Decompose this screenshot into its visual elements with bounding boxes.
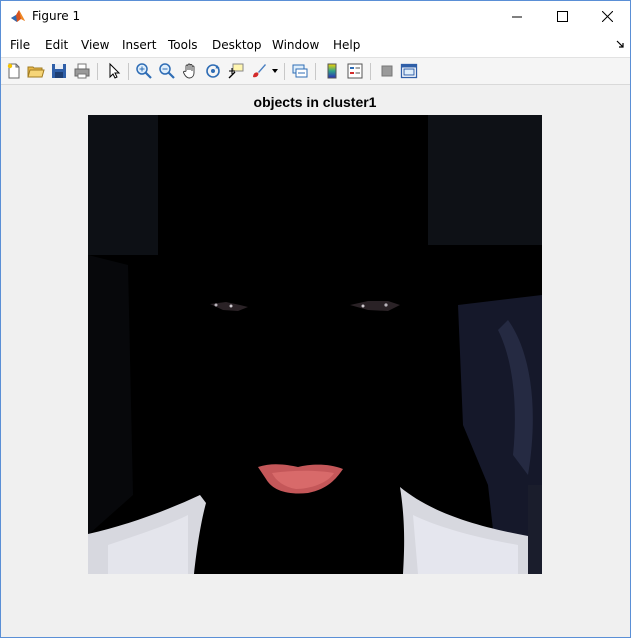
print-icon[interactable] [73,62,91,80]
zoom-in-icon[interactable] [135,62,153,80]
dock-figure-icon[interactable] [616,40,624,48]
colorbar-icon[interactable] [323,62,341,80]
minimize-icon [512,16,522,17]
close-icon [601,11,613,22]
figure-canvas: objects in cluster1 [1,86,630,637]
toolbar-separator [315,63,316,80]
show-plot-tools-icon[interactable] [400,62,418,80]
maximize-button[interactable] [539,1,585,32]
link-plot-icon[interactable] [291,62,309,80]
toolbar-separator [370,63,371,80]
menu-tools[interactable]: Tools [168,38,198,52]
new-figure-icon[interactable] [5,62,23,80]
menu-desktop[interactable]: Desktop [212,38,262,52]
pan-hand-icon[interactable] [181,62,199,80]
menu-insert[interactable]: Insert [122,38,156,52]
menu-window[interactable]: Window [272,38,319,52]
cluster-image[interactable] [88,115,542,574]
edit-plot-arrow-icon[interactable] [105,62,123,80]
toolbar-separator [128,63,129,80]
maximize-icon [556,11,568,22]
menu-view[interactable]: View [81,38,109,52]
menu-bar: File Edit View Insert Tools Desktop Wind… [1,32,630,57]
data-cursor-icon[interactable] [227,62,245,80]
figure-toolbar [1,57,630,85]
brush-icon[interactable] [250,62,268,80]
hair-region [428,115,542,245]
hide-plot-tools-icon[interactable] [378,62,396,80]
zoom-out-icon[interactable] [158,62,176,80]
window-title: Figure 1 [32,9,81,23]
open-file-icon[interactable] [27,62,45,80]
toolbar-separator [97,63,98,80]
legend-icon[interactable] [346,62,364,80]
menu-file[interactable]: File [10,38,30,52]
brush-dropdown-icon[interactable] [272,69,278,73]
close-button[interactable] [584,1,630,32]
toolbar-separator [284,63,285,80]
save-icon[interactable] [50,62,68,80]
matlab-logo-icon [11,10,25,22]
title-bar[interactable]: Figure 1 [1,1,630,32]
menu-edit[interactable]: Edit [45,38,68,52]
rotate-3d-icon[interactable] [204,62,222,80]
menu-help[interactable]: Help [333,38,360,52]
minimize-button[interactable] [494,1,540,32]
hair-region [88,115,158,255]
figure-window: Figure 1 File Edit View Insert Tools Des… [0,0,631,638]
axes-title: objects in cluster1 [253,94,377,110]
